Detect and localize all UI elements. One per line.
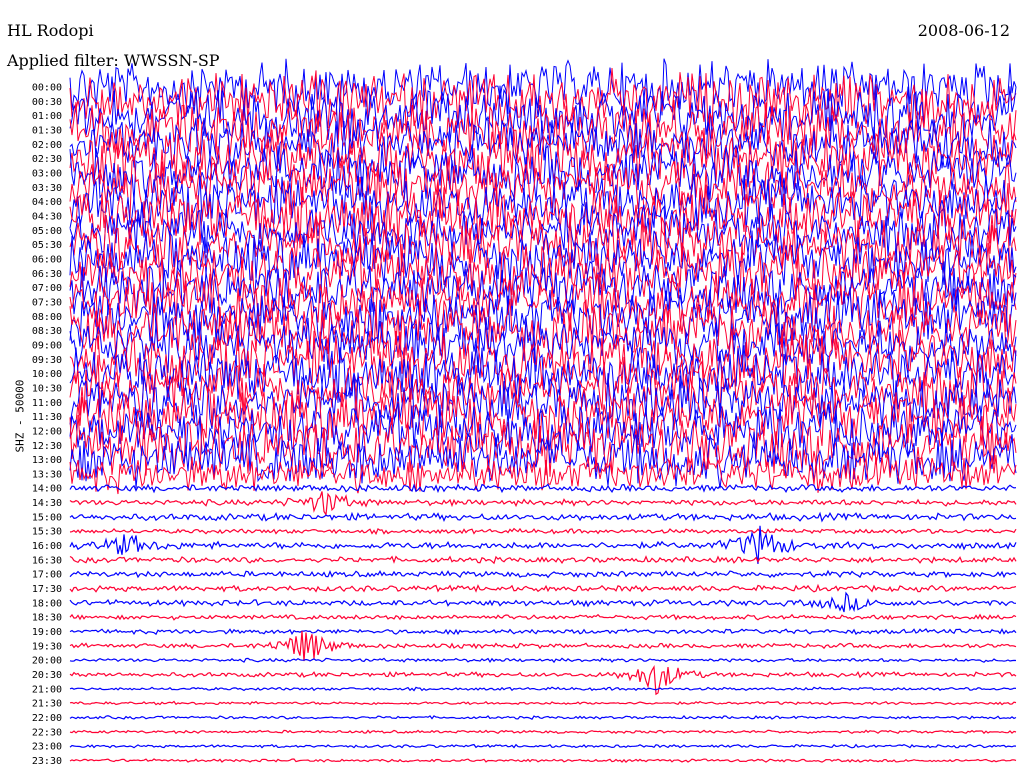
y-tick-label: 06:30 bbox=[32, 269, 62, 280]
y-tick-label: 23:00 bbox=[32, 742, 62, 753]
trace-line bbox=[69, 613, 1017, 621]
y-tick-label: 11:00 bbox=[32, 398, 62, 409]
trace-line bbox=[69, 569, 1017, 579]
y-tick-label: 18:00 bbox=[32, 598, 62, 609]
y-tick-label: 07:00 bbox=[32, 283, 62, 294]
trace-line bbox=[69, 591, 1017, 613]
trace-line bbox=[69, 483, 1017, 494]
y-tick-label: 21:00 bbox=[32, 684, 62, 695]
y-tick-label: 20:30 bbox=[32, 670, 62, 681]
y-tick-label: 08:30 bbox=[32, 326, 62, 337]
y-tick-label: 19:30 bbox=[32, 641, 62, 652]
y-tick-label: 13:00 bbox=[32, 455, 62, 466]
y-tick-label: 11:30 bbox=[32, 412, 62, 423]
y-tick-label: 10:00 bbox=[32, 369, 62, 380]
y-tick-label: 15:00 bbox=[32, 512, 62, 523]
y-tick-label: 02:30 bbox=[32, 154, 62, 165]
y-tick-label: 07:30 bbox=[32, 297, 62, 308]
trace-line bbox=[69, 657, 1017, 664]
y-tick-label: 04:30 bbox=[32, 211, 62, 222]
trace-line bbox=[69, 714, 1017, 720]
y-tick-label: 12:00 bbox=[32, 426, 62, 437]
y-tick-label: 12:30 bbox=[32, 441, 62, 452]
y-tick-label: 14:00 bbox=[32, 484, 62, 495]
trace-line bbox=[69, 527, 1017, 536]
y-tick-label: 19:00 bbox=[32, 627, 62, 638]
trace-line bbox=[69, 758, 1017, 763]
trace-line bbox=[69, 628, 1017, 636]
trace-line bbox=[69, 555, 1017, 565]
trace-line bbox=[69, 700, 1017, 706]
trace-line bbox=[69, 631, 1017, 662]
y-tick-label: 15:30 bbox=[32, 527, 62, 538]
y-tick-label: 16:30 bbox=[32, 555, 62, 566]
y-tick-label: 09:00 bbox=[32, 340, 62, 351]
y-tick-label: 00:00 bbox=[32, 83, 62, 94]
trace-line bbox=[69, 583, 1017, 593]
trace-line bbox=[69, 729, 1017, 735]
y-tick-label: 20:00 bbox=[32, 656, 62, 667]
filter-label: Applied filter: WWSSN-SP bbox=[7, 51, 220, 70]
trace-line bbox=[69, 686, 1017, 692]
y-tick-label: 22:30 bbox=[32, 727, 62, 738]
y-tick-label: 02:00 bbox=[32, 140, 62, 151]
station-title: HL Rodopi bbox=[7, 21, 94, 40]
trace-line bbox=[69, 743, 1017, 749]
y-tick-label: 06:00 bbox=[32, 254, 62, 265]
y-tick-label: 01:00 bbox=[32, 111, 62, 122]
y-tick-label: 01:30 bbox=[32, 125, 62, 136]
y-tick-label: 21:30 bbox=[32, 699, 62, 710]
y-tick-label: 14:30 bbox=[32, 498, 62, 509]
helicorder-plot: 00:00 00:30 01:00 01:30 02:00 02:30 03:00 03:30… bbox=[32, 58, 1017, 767]
y-axis-label: SHZ - 50000 bbox=[13, 379, 27, 453]
y-tick-label: 09:30 bbox=[32, 355, 62, 366]
y-tick-label: 17:30 bbox=[32, 584, 62, 595]
y-tick-label: 13:30 bbox=[32, 469, 62, 480]
date-label: 2008-06-12 bbox=[917, 21, 1010, 40]
y-tick-label: 16:00 bbox=[32, 541, 62, 552]
y-tick-label: 05:30 bbox=[32, 240, 62, 251]
y-tick-label: 08:00 bbox=[32, 312, 62, 323]
y-tick-label: 10:30 bbox=[32, 383, 62, 394]
y-tick-label: 03:30 bbox=[32, 183, 62, 194]
trace-line bbox=[69, 491, 1017, 517]
y-tick-label: 22:00 bbox=[32, 713, 62, 724]
y-tick-label: 18:30 bbox=[32, 613, 62, 624]
y-tick-label: 05:00 bbox=[32, 226, 62, 237]
y-tick-label: 17:00 bbox=[32, 570, 62, 581]
trace-line bbox=[69, 511, 1017, 523]
y-tick-label: 00:30 bbox=[32, 97, 62, 108]
y-tick-label: 03:00 bbox=[32, 168, 62, 179]
helicorder-page: 00:00 00:30 01:00 01:30 02:00 02:30 03:00 03:30… bbox=[0, 0, 1024, 780]
y-tick-label: 23:30 bbox=[32, 756, 62, 767]
y-tick-label: 04:00 bbox=[32, 197, 62, 208]
trace-line bbox=[69, 155, 1017, 221]
